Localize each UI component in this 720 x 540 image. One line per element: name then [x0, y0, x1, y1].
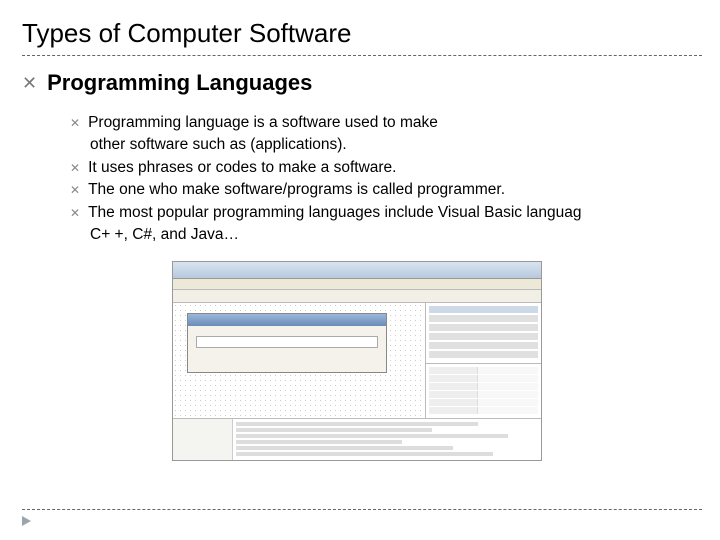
tree-row: [429, 342, 538, 349]
bullet-list: ✕ Programming language is a software use…: [70, 112, 720, 247]
tree-row: [429, 324, 538, 331]
property-row: [429, 367, 538, 374]
list-item: ✕ The one who make software/programs is …: [70, 179, 720, 201]
slide-title: Types of Computer Software: [22, 18, 720, 49]
ide-body: [173, 303, 541, 418]
ide-right-panels: [426, 303, 541, 418]
ide-designer-canvas: [173, 303, 426, 418]
bullet-icon: ✕: [70, 160, 80, 177]
bullet-text: The most popular programming languages i…: [88, 202, 581, 224]
property-row: [429, 383, 538, 390]
bullet-icon: ✕: [70, 205, 80, 222]
ide-form-window: [187, 313, 387, 373]
tree-row: [429, 315, 538, 322]
property-row: [429, 375, 538, 382]
ide-output-text: [233, 419, 541, 460]
list-item: ✕ It uses phrases or codes to make a sof…: [70, 157, 720, 179]
property-row: [429, 399, 538, 406]
slide: Types of Computer Software ✕ Programming…: [0, 0, 720, 540]
property-row: [429, 407, 538, 414]
ide-titlebar: [173, 262, 541, 279]
bullet-icon: ✕: [70, 115, 80, 132]
bullet-text: other software such as (applications).: [90, 134, 347, 156]
bullet-text: C+ +, C#, and Java…: [90, 224, 239, 246]
tree-row: [429, 351, 538, 358]
heading-bullet-icon: ✕: [22, 73, 37, 94]
next-arrow-icon: [22, 516, 31, 526]
list-item: ✕ Programming language is a software use…: [70, 112, 720, 134]
list-item: ✕ The most popular programming languages…: [70, 202, 720, 224]
bullet-icon: ✕: [70, 182, 80, 199]
tree-row: [429, 333, 538, 340]
tree-row: [429, 306, 538, 313]
ide-form-titlebar: [188, 314, 386, 326]
section-heading: Programming Languages: [47, 70, 312, 96]
bullet-text: Programming language is a software used …: [88, 112, 438, 134]
property-row: [429, 391, 538, 398]
heading-row: ✕ Programming Languages: [22, 70, 720, 96]
ide-menubar: [173, 279, 541, 290]
ide-solution-explorer: [426, 303, 541, 364]
ide-screenshot: [172, 261, 542, 461]
divider-bottom: [22, 509, 702, 510]
ide-form-textbox: [196, 336, 378, 348]
ide-output-panel: [173, 418, 541, 460]
ide-toolbar: [173, 290, 541, 303]
ide-properties-panel: [426, 364, 541, 418]
bullet-text: The one who make software/programs is ca…: [88, 179, 505, 201]
list-item-continuation: other software such as (applications).: [90, 134, 720, 156]
ide-output-tabs: [173, 419, 233, 460]
bullet-text: It uses phrases or codes to make a softw…: [88, 157, 396, 179]
list-item-continuation: C+ +, C#, and Java…: [90, 224, 720, 246]
divider-top: [22, 55, 702, 56]
